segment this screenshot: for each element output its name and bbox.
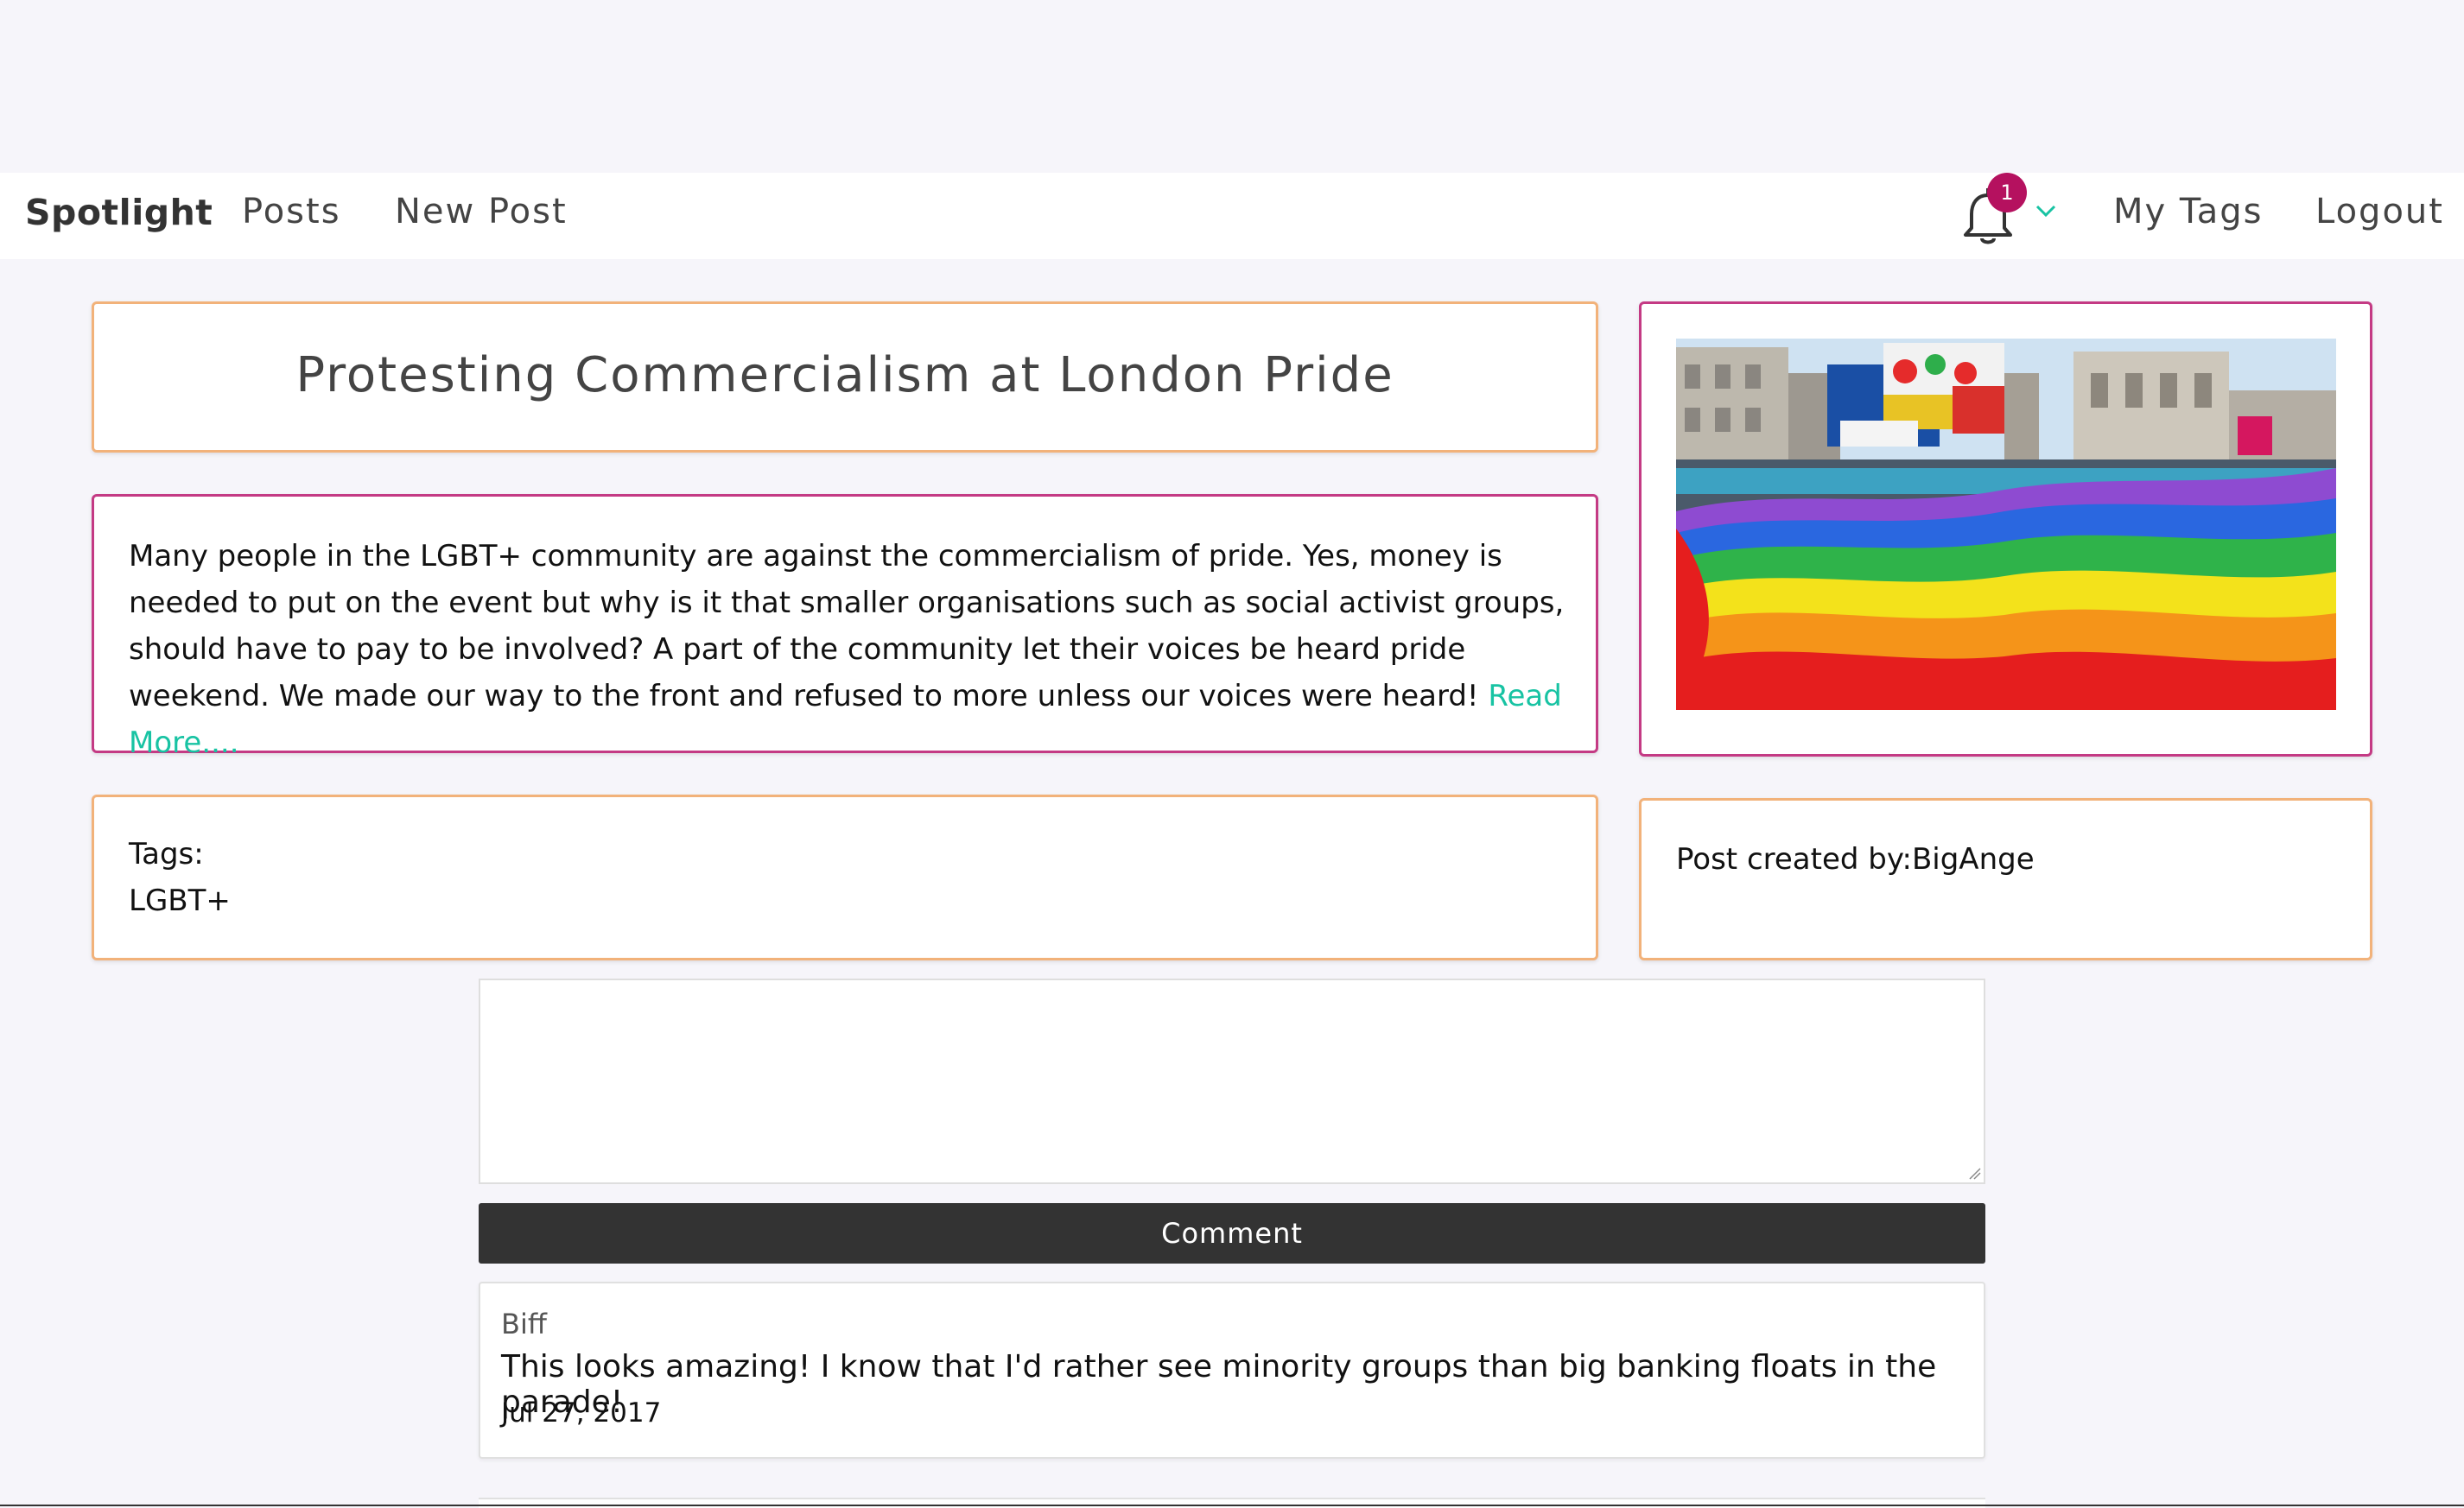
next-comment-edge (479, 1498, 1985, 1508)
post-image-card (1639, 301, 2372, 757)
nav-link-logout[interactable]: Logout (2315, 192, 2444, 231)
comment-item: Biff This looks amazing! I know that I'd… (479, 1282, 1985, 1459)
creator-name[interactable]: BigAnge (1912, 842, 2035, 877)
nav-link-my-tags[interactable]: My Tags (2113, 192, 2263, 231)
comment-text: This looks amazing! I know that I'd rath… (501, 1349, 1937, 1420)
tags-card: Tags: LGBT+ (92, 795, 1598, 960)
post-body-text: Many people in the LGBT+ community are a… (129, 539, 1565, 713)
tags-label: Tags: (129, 837, 204, 871)
resize-handle-icon[interactable] (1968, 1167, 1982, 1181)
notification-badge: 1 (1987, 173, 2027, 212)
post-title: Protesting Commercialism at London Pride (295, 347, 1394, 403)
nav-link-new-post[interactable]: New Post (395, 192, 568, 231)
creator-card: Post created by:BigAnge (1639, 798, 2372, 960)
comment-author[interactable]: Biff (501, 1308, 547, 1340)
brand-logo[interactable]: Spotlight (25, 192, 213, 233)
comment-button[interactable]: Comment (479, 1203, 1985, 1264)
top-navbar: Spotlight Posts New Post 1 My Tags Logou… (0, 173, 2464, 259)
creator-label: Post created by: (1676, 842, 1912, 877)
post-body: Many people in the LGBT+ community are a… (129, 533, 1580, 766)
chevron-down-icon[interactable] (2034, 202, 2058, 219)
comment-textarea[interactable] (479, 979, 1985, 1184)
post-body-card: Many people in the LGBT+ community are a… (92, 494, 1598, 760)
pride-parade-image (1676, 339, 2336, 710)
post-title-card: Protesting Commercialism at London Pride (92, 301, 1598, 453)
post-creator: Post created by:BigAnge (1676, 842, 2035, 877)
tag-item[interactable]: LGBT+ (129, 884, 231, 918)
nav-link-posts[interactable]: Posts (242, 192, 341, 231)
comment-date: Jul 27, 2017 (501, 1397, 662, 1429)
